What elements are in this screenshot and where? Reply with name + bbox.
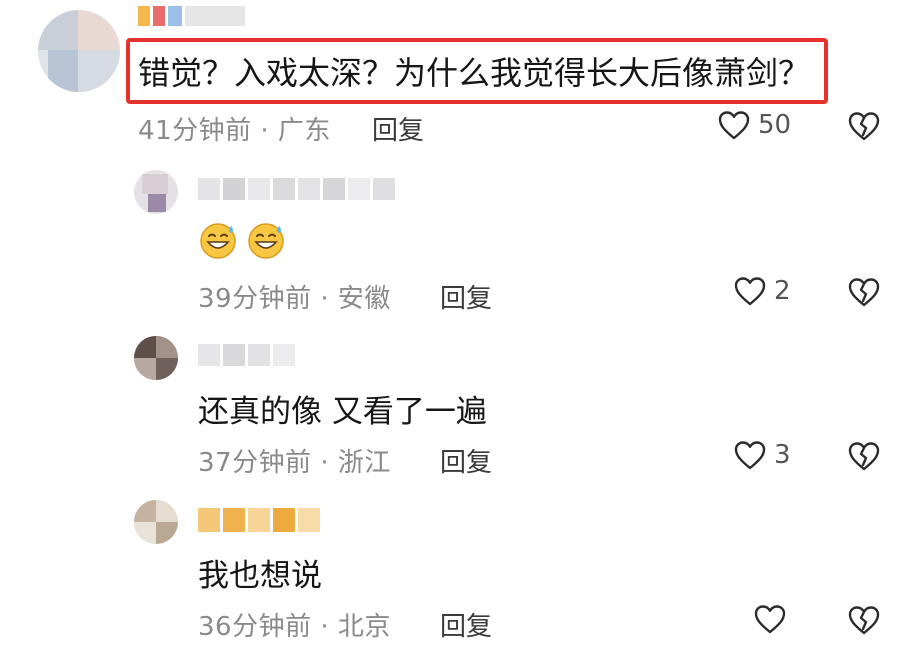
broken-heart-icon xyxy=(848,606,880,635)
broken-heart-icon xyxy=(848,278,880,307)
dislike-button[interactable] xyxy=(848,277,880,307)
comment-text: 错觉？入戏太深？为什么我觉得长大后像萧剑？ xyxy=(138,54,811,92)
reply-button[interactable]: 回复 xyxy=(440,278,492,315)
broken-heart-icon xyxy=(848,442,880,471)
comment-meta: 36分钟前 · 北京 xyxy=(198,612,391,642)
comment-meta: 37分钟前 · 浙江 xyxy=(198,448,391,478)
username-blurred[interactable] xyxy=(198,344,295,366)
heart-outline-icon xyxy=(754,605,786,634)
comment-meta: 41分钟前 · 广东 xyxy=(138,116,331,146)
dislike-button[interactable] xyxy=(848,111,880,141)
heart-outline-icon xyxy=(718,111,750,140)
grinning-sweat-emoji xyxy=(248,223,284,259)
username-blurred[interactable] xyxy=(138,6,245,26)
avatar[interactable] xyxy=(134,500,178,544)
reply-button[interactable]: 回复 xyxy=(440,606,492,643)
username-blurred[interactable] xyxy=(198,178,395,200)
like-button[interactable]: 3 xyxy=(734,440,791,470)
dislike-button[interactable] xyxy=(848,441,880,471)
like-count: 2 xyxy=(774,276,791,306)
comment-text: 我也想说 xyxy=(198,558,322,594)
username-blurred[interactable] xyxy=(198,508,320,532)
like-button[interactable]: 2 xyxy=(734,276,791,306)
avatar[interactable] xyxy=(134,170,178,214)
dislike-button[interactable] xyxy=(848,605,880,635)
like-button[interactable]: 50 xyxy=(718,110,791,140)
heart-outline-icon xyxy=(734,441,766,470)
like-count: 3 xyxy=(774,440,791,470)
avatar[interactable] xyxy=(134,336,178,380)
grinning-sweat-emoji xyxy=(200,223,236,259)
avatar[interactable] xyxy=(38,10,120,92)
reply-button[interactable]: 回复 xyxy=(440,442,492,479)
comment-meta: 39分钟前 · 安徽 xyxy=(198,284,391,314)
comment-text: 还真的像 又看了一遍 xyxy=(198,394,487,430)
broken-heart-icon xyxy=(848,112,880,141)
heart-outline-icon xyxy=(734,277,766,306)
like-count: 50 xyxy=(758,110,792,140)
reply-button[interactable]: 回复 xyxy=(372,110,424,147)
like-button[interactable] xyxy=(754,604,794,634)
